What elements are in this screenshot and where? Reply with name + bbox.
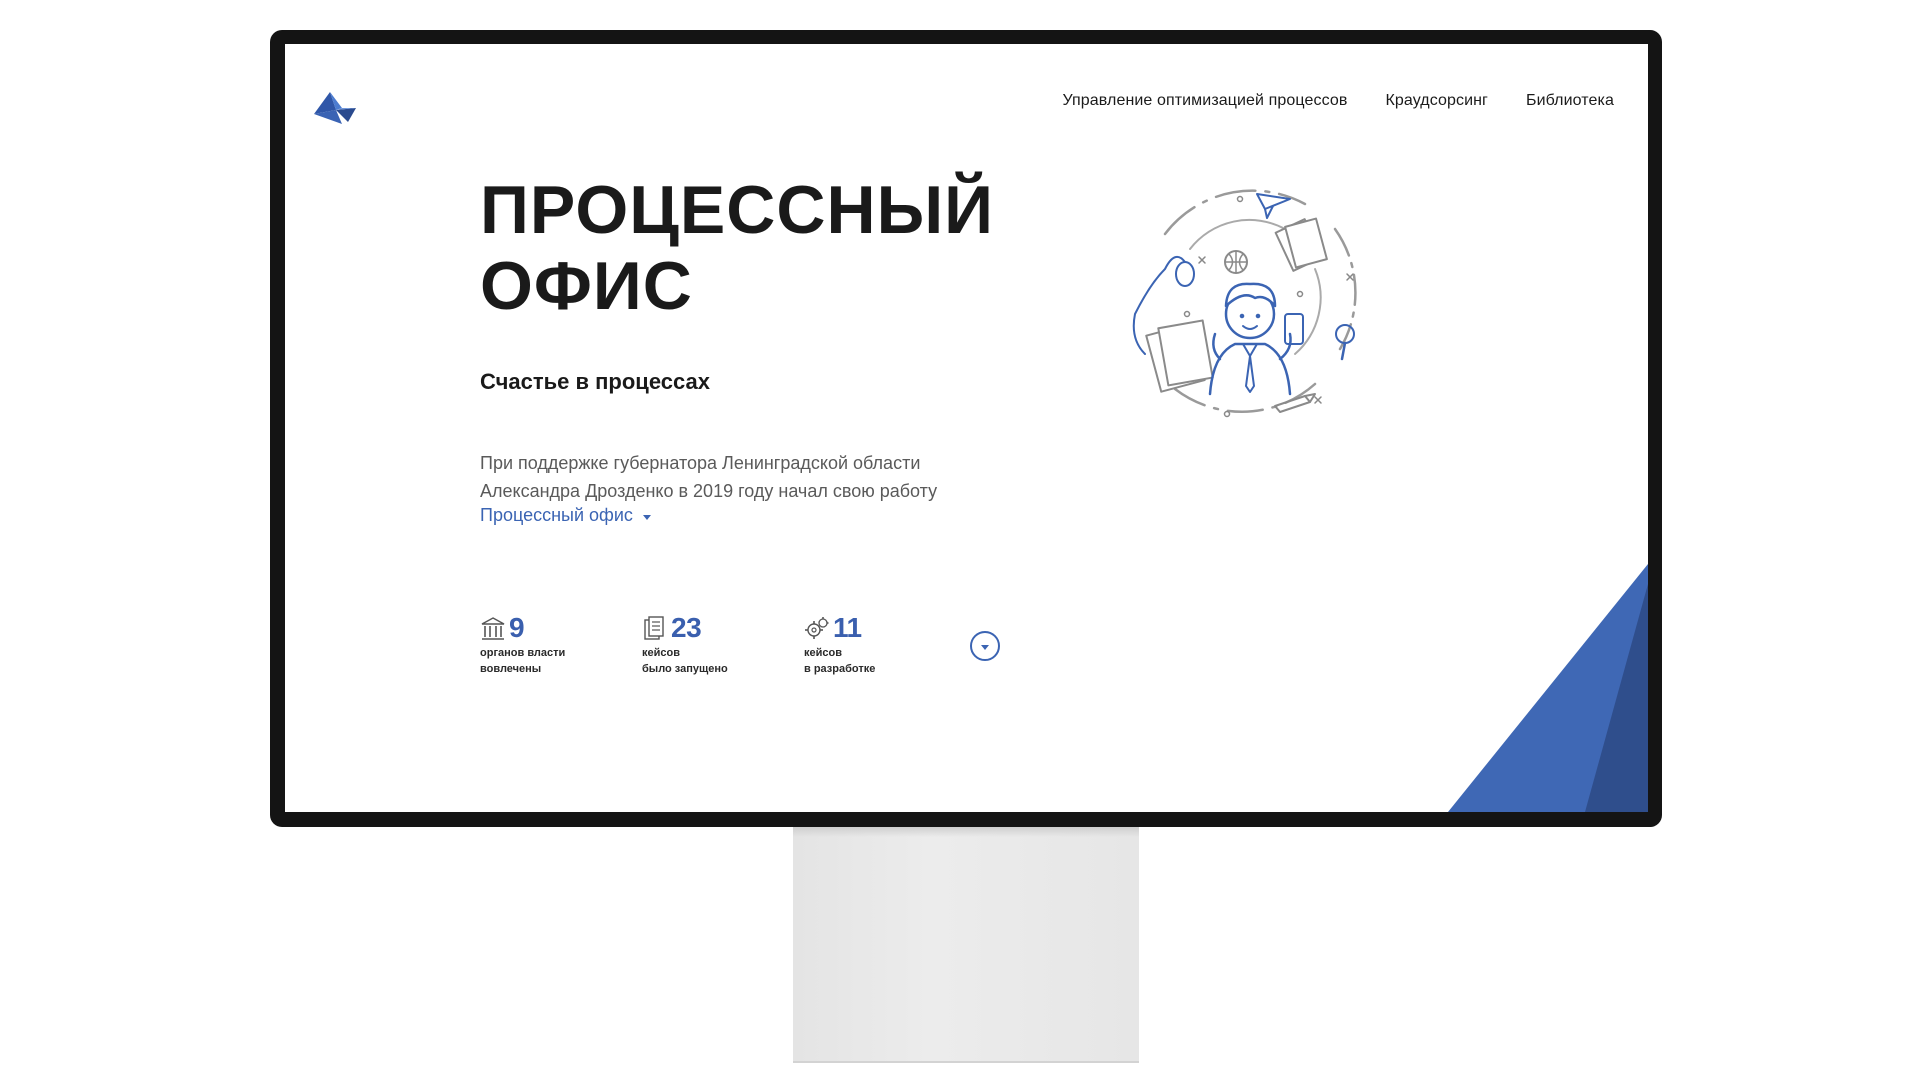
logo-bird-icon[interactable] [312, 86, 358, 128]
chevron-down-icon [981, 644, 989, 650]
stat-launched-cases-value: 23 [671, 612, 702, 643]
stat-launched-cases: 23 кейсов было запущено [642, 612, 728, 677]
page-title-line-2: ОФИС [480, 248, 693, 324]
government-building-icon [481, 617, 505, 640]
nav-link-process-optimization[interactable]: Управление оптимизацией процессов [1062, 92, 1347, 110]
corner-decoration [1448, 564, 1648, 812]
office-worker-illustration [1132, 189, 1357, 418]
hero-description: При поддержке губернатора Ленинградской … [480, 449, 1000, 505]
page-title-line-1: ПРОЦЕССНЫЙ [480, 172, 995, 248]
stat-in-development-label-2: в разработке [804, 663, 876, 675]
nav-link-library[interactable]: Библиотека [1526, 92, 1614, 110]
main-navigation: Управление оптимизацией процессов Краудс… [1062, 92, 1614, 110]
stat-agencies-label-2: вовлечены [480, 663, 542, 675]
website-screen: Управление оптимизацией процессов Краудс… [285, 44, 1648, 812]
process-office-dropdown-link[interactable]: Процессный офис [480, 505, 651, 526]
hero-description-line-2: Александра Дрозденко в 2019 году начал с… [480, 481, 938, 501]
nav-link-crowdsourcing[interactable]: Краудсорсинг [1385, 92, 1488, 110]
page-title: ПРОЦЕССНЫЙ ОФИС [480, 172, 1000, 324]
stat-agencies-label-1: органов власти [480, 647, 566, 659]
hero-subtitle: Счастье в процессах [480, 369, 710, 394]
stat-agencies: 9 органов власти вовлечены [480, 612, 565, 677]
stat-agencies-value: 9 [509, 612, 525, 643]
stat-in-development: 11 кейсов в разработке [804, 612, 875, 677]
documents-icon [644, 616, 664, 640]
monitor-stand [793, 827, 1139, 1063]
stat-launched-cases-label-1: кейсов [642, 647, 680, 659]
process-office-link-label: Процессный офис [480, 505, 633, 525]
caret-down-icon [642, 514, 651, 520]
gears-icon [805, 617, 829, 639]
scroll-down-button[interactable] [970, 631, 1000, 661]
hero-description-line-1: При поддержке губернатора Ленинградской … [480, 453, 921, 473]
stat-launched-cases-label-2: было запущено [642, 663, 728, 675]
stat-in-development-value: 11 [833, 612, 862, 643]
stat-in-development-label-1: кейсов [804, 647, 842, 659]
